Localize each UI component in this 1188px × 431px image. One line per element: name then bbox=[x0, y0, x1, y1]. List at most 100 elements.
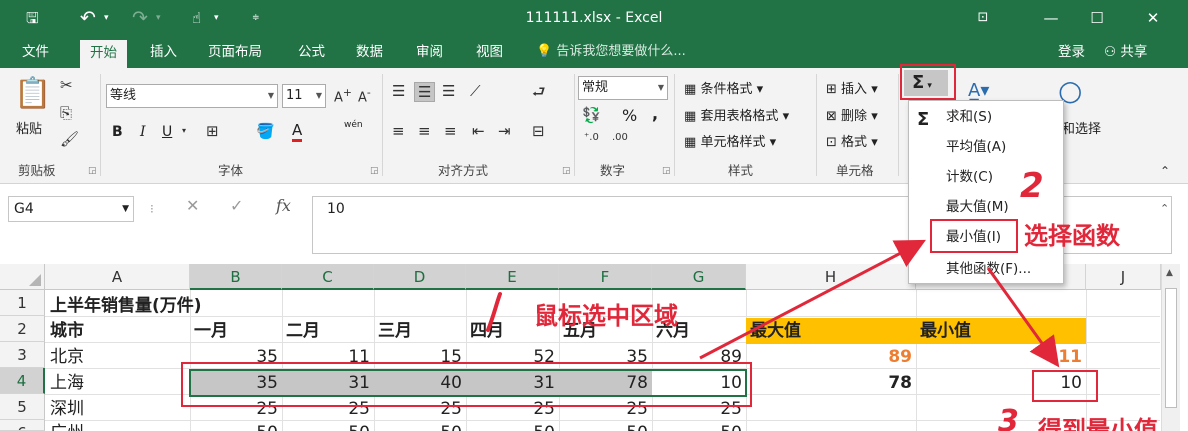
login-link[interactable]: 登录 bbox=[1058, 36, 1085, 68]
font-color-icon[interactable]: A bbox=[292, 122, 303, 142]
column-header-c[interactable]: C bbox=[282, 264, 374, 290]
tab-insert[interactable]: 插入 bbox=[140, 36, 187, 68]
minimize-button[interactable]: — bbox=[1028, 0, 1074, 36]
number-launcher-icon[interactable]: ◲ bbox=[662, 166, 671, 176]
tab-home[interactable]: 开始 bbox=[80, 40, 127, 68]
vertical-scrollbar[interactable]: ▲ bbox=[1161, 264, 1180, 431]
conditional-format-button[interactable]: ▦ 条件格式 ▾ bbox=[684, 78, 763, 97]
wrap-text-icon[interactable]: ⮐ bbox=[532, 82, 546, 107]
cell-a1[interactable]: 上半年销售量(万件) bbox=[50, 293, 202, 319]
insert-cells-button[interactable]: ⊞ 插入 ▾ bbox=[826, 78, 878, 97]
cell-styles-button[interactable]: ▦ 单元格样式 ▾ bbox=[684, 131, 776, 150]
font-name-combo[interactable]: 等线 ▼ bbox=[106, 84, 278, 108]
restore-button[interactable]: ☐ bbox=[1074, 0, 1120, 36]
cell-b6[interactable]: 50 bbox=[190, 420, 282, 431]
row-header-3[interactable]: 3 bbox=[0, 342, 45, 368]
tell-me-box[interactable]: 💡 告诉我您想要做什么... bbox=[536, 36, 686, 68]
decrease-decimal-icon[interactable]: .00 bbox=[612, 132, 628, 143]
name-box[interactable]: G4 ▼ bbox=[8, 196, 134, 222]
merge-center-icon[interactable]: ⊟ bbox=[532, 122, 545, 140]
align-center-icon[interactable]: ≡ bbox=[418, 122, 431, 140]
percent-button[interactable]: % bbox=[622, 106, 637, 125]
menu-item-average[interactable]: 平均值(A) bbox=[909, 132, 1063, 162]
ribbon-display-icon[interactable]: ⊡ bbox=[960, 0, 1006, 36]
cell-d2[interactable]: 三月 bbox=[378, 318, 412, 344]
cell-g6[interactable]: 50 bbox=[652, 420, 746, 431]
number-format-combo[interactable]: 常规 ▼ bbox=[578, 76, 668, 100]
cell-a6[interactable]: 广州 bbox=[50, 420, 84, 431]
tab-page-layout[interactable]: 页面布局 bbox=[198, 36, 272, 68]
select-all-corner[interactable] bbox=[0, 264, 45, 290]
cell-h4[interactable]: 78 bbox=[746, 370, 916, 396]
fill-color-icon[interactable]: 🪣 bbox=[256, 122, 275, 140]
cell-d6[interactable]: 50 bbox=[374, 420, 466, 431]
decrease-font-icon[interactable]: A- bbox=[358, 86, 371, 105]
delete-cells-button[interactable]: ⊠ 删除 ▾ bbox=[826, 105, 878, 124]
cell-f6[interactable]: 50 bbox=[559, 420, 652, 431]
cell-c6[interactable]: 50 bbox=[282, 420, 374, 431]
column-header-e[interactable]: E bbox=[466, 264, 559, 290]
increase-font-icon[interactable]: A+ bbox=[334, 86, 352, 105]
tab-data[interactable]: 数据 bbox=[346, 36, 393, 68]
scroll-thumb[interactable] bbox=[1165, 288, 1177, 408]
cell-e2[interactable]: 四月 bbox=[470, 318, 504, 344]
align-top-icon[interactable]: ☰ bbox=[392, 82, 405, 100]
italic-button[interactable]: I bbox=[140, 124, 146, 140]
font-size-combo[interactable]: 11 ▼ bbox=[282, 84, 326, 108]
menu-item-sum[interactable]: Σ 求和(S) bbox=[909, 102, 1063, 132]
column-header-f[interactable]: F bbox=[559, 264, 652, 290]
alignment-launcher-icon[interactable]: ◲ bbox=[562, 166, 571, 176]
increase-indent-icon[interactable]: ⇥ bbox=[498, 122, 511, 140]
enter-icon[interactable]: ✓ bbox=[230, 196, 243, 215]
tab-view[interactable]: 视图 bbox=[466, 36, 513, 68]
orientation-icon[interactable]: ⟋ bbox=[470, 82, 481, 100]
cell-h3[interactable]: 89 bbox=[746, 344, 916, 370]
phonetic-guide-icon[interactable]: wén bbox=[344, 120, 363, 130]
cell-h2[interactable]: 最大值 bbox=[750, 318, 801, 344]
insert-function-icon[interactable]: fx bbox=[276, 196, 291, 215]
row-header-1[interactable]: 1 bbox=[0, 290, 45, 316]
borders-icon[interactable]: ⊞ bbox=[206, 122, 219, 140]
column-header-a[interactable]: A bbox=[45, 264, 190, 290]
cancel-icon[interactable]: ✕ bbox=[186, 196, 199, 215]
column-header-j[interactable]: J bbox=[1086, 264, 1161, 290]
align-middle-icon[interactable]: ☰ bbox=[414, 82, 436, 102]
cell-a2[interactable]: 城市 bbox=[50, 318, 84, 344]
cell-c2[interactable]: 二月 bbox=[286, 318, 320, 344]
format-as-table-button[interactable]: ▦ 套用表格格式 ▾ bbox=[684, 105, 789, 124]
align-bottom-icon[interactable]: ☰ bbox=[442, 82, 455, 100]
column-header-h[interactable]: H bbox=[746, 264, 916, 290]
copy-icon[interactable]: ⎘ bbox=[60, 104, 72, 122]
tab-formulas[interactable]: 公式 bbox=[288, 36, 335, 68]
cut-icon[interactable]: ✂ bbox=[60, 76, 73, 94]
cell-b2[interactable]: 一月 bbox=[194, 318, 228, 344]
collapse-ribbon-icon[interactable]: ⌃ bbox=[1160, 164, 1170, 178]
bold-button[interactable]: B bbox=[112, 124, 123, 140]
cell-i3[interactable]: 11 bbox=[916, 344, 1086, 370]
tab-review[interactable]: 审阅 bbox=[406, 36, 453, 68]
chevron-up-icon[interactable]: ⌃ bbox=[1160, 202, 1169, 215]
clipboard-launcher-icon[interactable]: ◲ bbox=[88, 166, 97, 176]
cell-a5[interactable]: 深圳 bbox=[50, 396, 84, 422]
paste-icon[interactable]: 📋 bbox=[14, 76, 51, 111]
cell-i2[interactable]: 最小值 bbox=[920, 318, 971, 344]
sort-filter-icon[interactable]: A̲▾ bbox=[968, 80, 989, 101]
increase-decimal-icon[interactable]: ⁺.0 bbox=[584, 132, 599, 143]
scroll-up-icon[interactable]: ▲ bbox=[1166, 268, 1173, 278]
row-header-5[interactable]: 5 bbox=[0, 394, 45, 420]
font-launcher-icon[interactable]: ◲ bbox=[370, 166, 379, 176]
column-header-b[interactable]: B bbox=[190, 264, 282, 290]
close-button[interactable]: ✕ bbox=[1130, 0, 1176, 36]
share-button[interactable]: ⚇ 共享 bbox=[1104, 36, 1147, 68]
format-cells-button[interactable]: ⊡ 格式 ▾ bbox=[826, 131, 878, 150]
row-header-6[interactable]: 6 bbox=[0, 420, 45, 431]
chevron-down-icon[interactable]: ▾ bbox=[182, 126, 186, 135]
find-select-button[interactable]: 和选择 bbox=[1062, 118, 1101, 137]
column-header-g[interactable]: G bbox=[652, 264, 746, 290]
underline-button[interactable]: U bbox=[162, 124, 172, 140]
decrease-indent-icon[interactable]: ⇤ bbox=[472, 122, 485, 140]
paste-button[interactable]: 粘贴 bbox=[16, 118, 42, 137]
align-left-icon[interactable]: ≡ bbox=[392, 122, 405, 140]
currency-icon[interactable]: 💱 bbox=[582, 106, 601, 124]
cell-a4[interactable]: 上海 bbox=[50, 370, 84, 396]
